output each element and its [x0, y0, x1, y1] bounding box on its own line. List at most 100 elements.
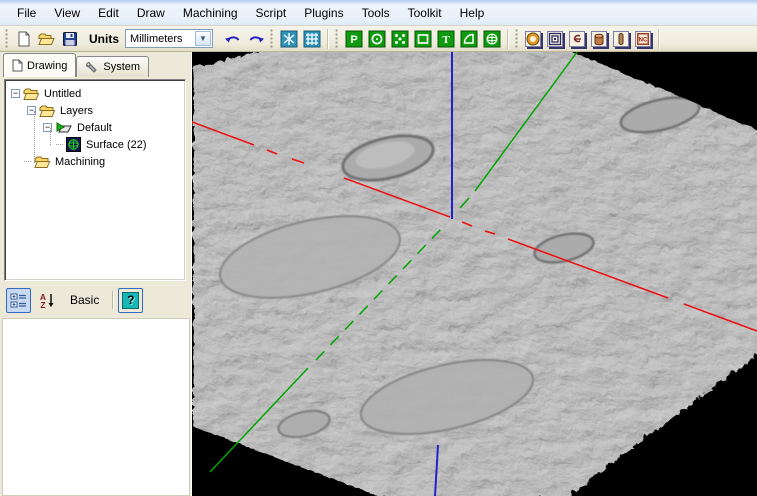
snap-grid-icon: [303, 30, 321, 48]
draw-arc-button[interactable]: [457, 28, 480, 50]
tree-item-label: Machining: [53, 156, 107, 168]
machining-gcode-button[interactable]: NC: [632, 28, 654, 50]
svg-text:T: T: [442, 34, 450, 46]
menu-file[interactable]: File: [8, 3, 45, 23]
undo-button[interactable]: [221, 28, 244, 50]
divider: [112, 291, 113, 309]
generate-gcode-icon: NC: [635, 31, 651, 47]
panel-tabs: Drawing System: [0, 52, 191, 77]
snap-points-button[interactable]: [277, 28, 300, 50]
toolbar-grip[interactable]: [335, 29, 339, 49]
menu-edit[interactable]: Edit: [89, 3, 128, 23]
drawing-tree: − Untitled − Layers −: [4, 79, 186, 281]
categorized-icon: [10, 292, 27, 309]
svg-text:P: P: [350, 34, 357, 46]
menu-view[interactable]: View: [45, 3, 89, 23]
rectangle-icon: [414, 30, 432, 48]
text-icon: T: [437, 30, 455, 48]
machining-drill-button[interactable]: [588, 28, 610, 50]
toolbar-grip[interactable]: [515, 29, 519, 49]
tree-item-label: Default: [75, 122, 114, 134]
tab-drawing-label: Drawing: [27, 60, 67, 72]
machining-3d-profile-button[interactable]: [610, 28, 632, 50]
undo-icon: [224, 32, 242, 46]
tree-item-machining[interactable]: Machining: [5, 153, 185, 170]
draw-polyline-button[interactable]: P: [342, 28, 365, 50]
draw-surface-button[interactable]: [480, 28, 503, 50]
menu-plugins[interactable]: Plugins: [295, 3, 352, 23]
surface-sphere-icon: [483, 30, 501, 48]
open-folder-icon: [38, 31, 55, 47]
svg-text:Z: Z: [40, 300, 45, 309]
tree-item-surface[interactable]: Surface (22): [5, 136, 185, 153]
menu-draw[interactable]: Draw: [128, 3, 174, 23]
tree-connector: [24, 161, 31, 162]
save-button[interactable]: [58, 28, 81, 50]
open-button[interactable]: [35, 28, 58, 50]
profile-toolpath-icon: [525, 31, 541, 47]
tree-connector: [56, 144, 63, 145]
categorized-view-button[interactable]: [6, 288, 31, 313]
side-panel: Drawing System − Untitled −: [0, 52, 192, 496]
menu-script[interactable]: Script: [247, 3, 296, 23]
tree-connector: [50, 128, 51, 145]
menu-machining[interactable]: Machining: [174, 3, 247, 23]
tree-item-label: Layers: [58, 105, 95, 117]
snap-grid-button[interactable]: [300, 28, 323, 50]
menu-bar: File View Edit Draw Machining Script Plu…: [0, 0, 757, 26]
tree-connector: [34, 111, 35, 163]
drill-toolpath-icon: [591, 31, 607, 47]
menu-help[interactable]: Help: [451, 3, 494, 23]
help-icon: ?: [122, 292, 139, 309]
alphabetical-sort-button[interactable]: A Z: [34, 288, 59, 313]
tab-system[interactable]: System: [76, 56, 149, 77]
wrench-icon: [85, 61, 99, 74]
collapse-icon[interactable]: −: [11, 89, 20, 98]
toolbar-grip[interactable]: [270, 29, 274, 49]
menu-toolkit[interactable]: Toolkit: [399, 3, 451, 23]
machining-engrave-button[interactable]: [566, 28, 588, 50]
viewport-3d[interactable]: [192, 52, 757, 496]
main-toolbar: Units Millimeters ▼ P: [0, 26, 757, 52]
folder-icon: [23, 87, 39, 101]
draw-point-list-button[interactable]: [388, 28, 411, 50]
arc-icon: [460, 30, 478, 48]
property-toolbar: A Z Basic ?: [2, 284, 190, 316]
az-sort-icon: A Z: [38, 292, 55, 309]
profile-3d-toolpath-icon: [613, 31, 629, 47]
units-label: Units: [89, 32, 119, 46]
terrain-render: [192, 52, 757, 496]
tree-item-default-layer[interactable]: − Default: [5, 119, 185, 136]
draw-circle-button[interactable]: [365, 28, 388, 50]
tab-drawing[interactable]: Drawing: [3, 53, 76, 77]
units-combobox-value: Millimeters: [126, 33, 195, 45]
redo-icon: [247, 32, 265, 46]
engrave-toolpath-icon: [569, 31, 585, 47]
tree-item-layers[interactable]: − Layers: [5, 102, 185, 119]
new-document-icon: [16, 31, 32, 47]
machining-profile-button[interactable]: [522, 28, 544, 50]
snap-points-icon: [280, 30, 298, 48]
draw-rectangle-button[interactable]: [411, 28, 434, 50]
save-icon: [62, 31, 78, 47]
menu-tools[interactable]: Tools: [353, 3, 399, 23]
tree-item-label: Untitled: [42, 88, 83, 100]
surface-object-icon: [66, 137, 81, 152]
units-combobox[interactable]: Millimeters ▼: [125, 29, 213, 48]
draw-text-button[interactable]: T: [434, 28, 457, 50]
polyline-icon: P: [345, 30, 363, 48]
layer-icon: [55, 121, 72, 135]
chevron-down-icon[interactable]: ▼: [195, 31, 211, 46]
circle-icon: [368, 30, 386, 48]
new-button[interactable]: [12, 28, 35, 50]
folder-icon: [39, 104, 55, 118]
help-button[interactable]: ?: [118, 288, 143, 313]
point-list-icon: [391, 30, 409, 48]
pocket-toolpath-icon: [547, 31, 563, 47]
machining-pocket-button[interactable]: [544, 28, 566, 50]
toolbar-grip[interactable]: [5, 29, 9, 49]
redo-button[interactable]: [244, 28, 267, 50]
tree-item-label: Surface (22): [84, 139, 149, 151]
tab-system-label: System: [103, 61, 140, 73]
tree-item-untitled[interactable]: − Untitled: [5, 85, 185, 102]
